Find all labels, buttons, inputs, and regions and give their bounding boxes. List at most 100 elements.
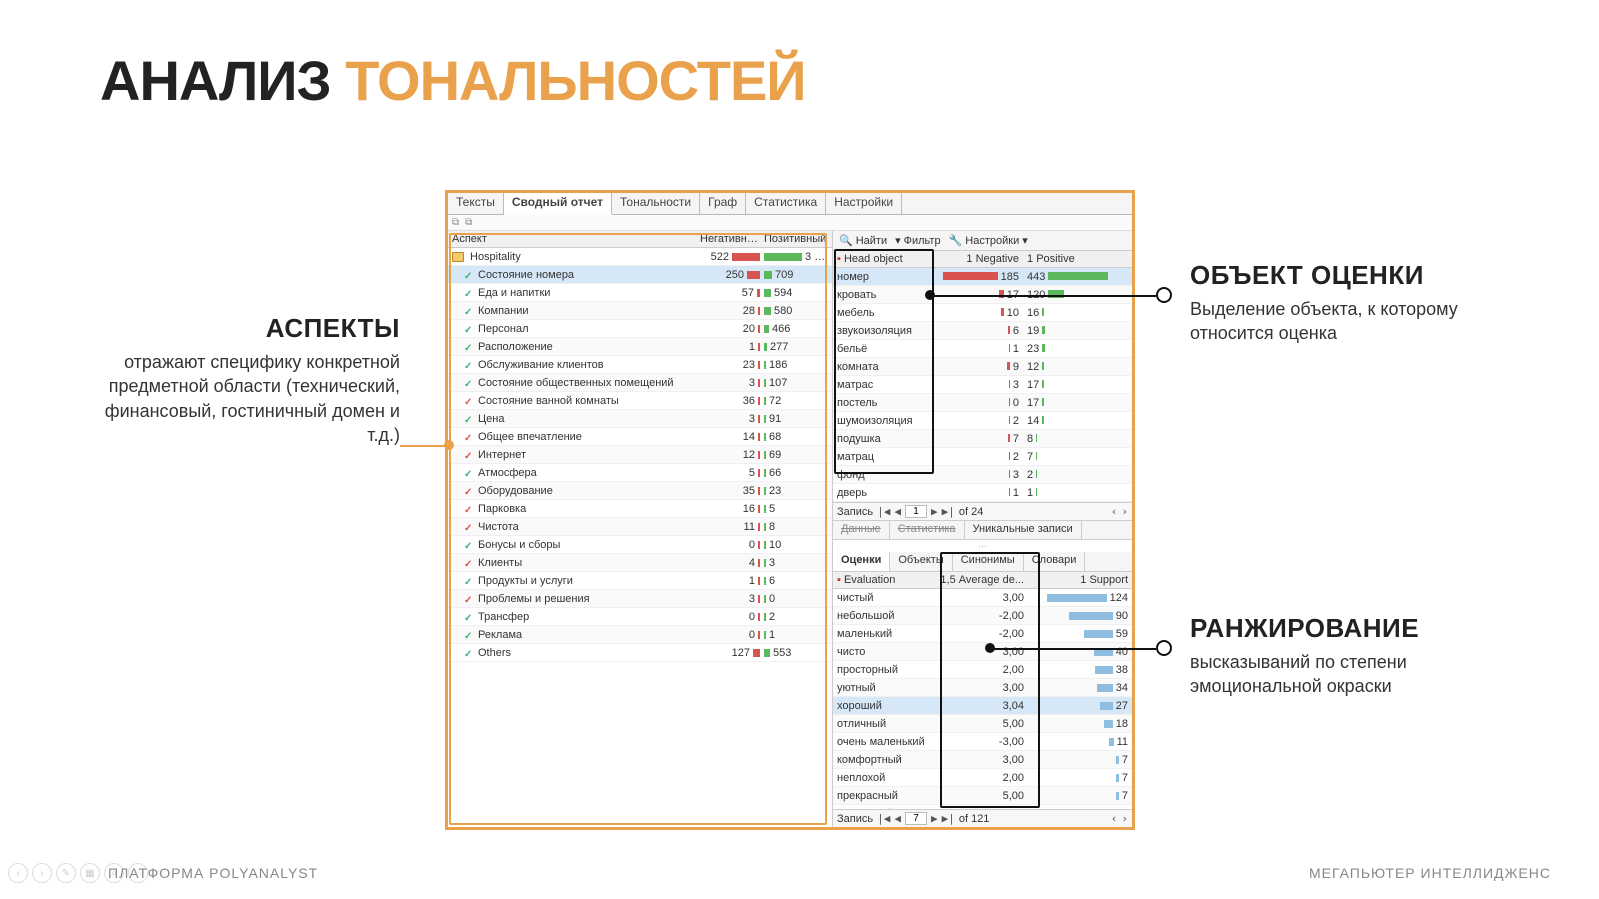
eval-row[interactable]: маленький-2,00 59	[833, 625, 1132, 643]
object-row[interactable]: кровать 17 120	[833, 286, 1132, 304]
col-head-object[interactable]: ▪ Head object	[833, 251, 925, 267]
col-positive[interactable]: Позитивный	[764, 231, 832, 247]
object-row[interactable]: фонд 3 2	[833, 466, 1132, 484]
tab-1[interactable]: Сводный отчет	[504, 193, 612, 215]
prev-page-icon[interactable]: ◀	[894, 505, 901, 518]
aspect-row[interactable]: Others127 553	[448, 644, 832, 662]
objects-grid: ▪ Head object 1 Negative 1 Positive номе…	[833, 251, 1132, 520]
col-negative[interactable]: Негативный	[696, 231, 764, 247]
lowtab-3[interactable]: Словари	[1024, 552, 1086, 571]
mini-toolbar: ⧉⧉	[448, 215, 1132, 231]
drag-handle[interactable]: ···	[833, 540, 1132, 552]
col-support[interactable]: 1 Support	[1028, 572, 1132, 588]
lowtab-0[interactable]: Оценки	[833, 552, 890, 571]
eval-row[interactable]: неплохой2,00 7	[833, 769, 1132, 787]
filter-button[interactable]: ▾Фильтр	[895, 234, 940, 247]
object-row[interactable]: комната 9 12	[833, 358, 1132, 376]
aspect-row[interactable]: Интернет12 69	[448, 446, 832, 464]
col-avg[interactable]: 1,5 Average de...	[933, 572, 1028, 588]
col-obj-negative[interactable]: 1 Negative	[925, 251, 1023, 267]
eval-row[interactable]: очень маленький-3,00 11	[833, 733, 1132, 751]
object-row[interactable]: дверь 1 1	[833, 484, 1132, 502]
eval-row[interactable]: прекрасный5,00 7	[833, 787, 1132, 805]
midtab-0[interactable]: Данные	[833, 521, 890, 539]
tab-0[interactable]: Тексты	[448, 193, 504, 214]
object-row[interactable]: подушка 7 8	[833, 430, 1132, 448]
eval-row[interactable]: комфортный3,00 7	[833, 751, 1132, 769]
eval-row[interactable]: чисто3,00 40	[833, 643, 1132, 661]
object-row[interactable]: матрас 3 17	[833, 376, 1132, 394]
scroll-right-icon[interactable]: ›	[1121, 505, 1128, 518]
main-tabs: ТекстыСводный отчетТональностиГрафСтатис…	[448, 193, 1132, 215]
aspect-row[interactable]: Общее впечатление14 68	[448, 428, 832, 446]
scroll-right-icon[interactable]: ›	[1121, 812, 1128, 825]
tab-5[interactable]: Настройки	[826, 193, 902, 214]
callout-aspects: АСПЕКТЫ отражают специфику конкретной пр…	[100, 313, 400, 447]
midtab-2[interactable]: Уникальные записи	[965, 521, 1082, 539]
first-page-icon[interactable]: |◀	[877, 505, 890, 518]
aspect-row[interactable]: Оборудование35 23	[448, 482, 832, 500]
object-row[interactable]: постель 0 17	[833, 394, 1132, 412]
aspect-row[interactable]: Персонал20 466	[448, 320, 832, 338]
aspect-row[interactable]: Чистота11 8	[448, 518, 832, 536]
next-page-icon[interactable]: ▶	[931, 812, 938, 825]
first-page-icon[interactable]: |◀	[877, 812, 890, 825]
aspect-row[interactable]: Реклама0 1	[448, 626, 832, 644]
pager-objects: Запись |◀ ◀ ▶ ▶| of 24 ‹›	[833, 502, 1132, 520]
aspect-row[interactable]: Состояние номера250 709	[448, 266, 832, 284]
scroll-left-icon[interactable]: ‹	[1111, 812, 1118, 825]
last-page-icon[interactable]: ▶|	[942, 505, 955, 518]
lowtab-1[interactable]: Объекты	[890, 552, 952, 571]
scroll-left-icon[interactable]: ‹	[1111, 505, 1118, 518]
aspect-row[interactable]: Hospitality522 3 343	[448, 248, 832, 266]
object-row[interactable]: номер 185 443	[833, 268, 1132, 286]
callout-object-text: Выделение объекта, к которому относится …	[1190, 297, 1490, 346]
tab-4[interactable]: Статистика	[746, 193, 826, 214]
page-input[interactable]	[905, 505, 927, 518]
eval-row[interactable]: отличный5,00 18	[833, 715, 1132, 733]
midtab-1[interactable]: Статистика	[890, 521, 965, 539]
aspect-row[interactable]: Расположение1 277	[448, 338, 832, 356]
eval-row[interactable]: чистый3,00 124	[833, 589, 1132, 607]
aspect-row[interactable]: Компании28 580	[448, 302, 832, 320]
col-obj-positive[interactable]: 1 Positive	[1023, 251, 1132, 267]
object-row[interactable]: мебель 10 16	[833, 304, 1132, 322]
eval-row[interactable]: хороший3,04 27	[833, 697, 1132, 715]
next-page-icon[interactable]: ▶	[931, 505, 938, 518]
aspect-row[interactable]: Еда и напитки57 594	[448, 284, 832, 302]
aspect-row[interactable]: Состояние общественных помещений3 107	[448, 374, 832, 392]
page-input[interactable]	[905, 812, 927, 825]
object-row[interactable]: матрац 2 7	[833, 448, 1132, 466]
object-row[interactable]: бельё 1 23	[833, 340, 1132, 358]
aspect-row[interactable]: Клиенты4 3	[448, 554, 832, 572]
eval-row[interactable]: просторный2,00 38	[833, 661, 1132, 679]
aspect-row[interactable]: Состояние ванной комнаты36 72	[448, 392, 832, 410]
aspect-row[interactable]: Продукты и услуги1 6	[448, 572, 832, 590]
aspect-row[interactable]: Цена3 91	[448, 410, 832, 428]
col-evaluation[interactable]: ▪ Evaluation	[833, 572, 933, 588]
object-row[interactable]: звукоизоляция 6 19	[833, 322, 1132, 340]
eval-row[interactable]: уютный3,00 34	[833, 679, 1132, 697]
aspect-row[interactable]: Бонусы и сборы0 10	[448, 536, 832, 554]
footer-left: ПЛАТФОРМА POLYANALYST	[108, 865, 318, 881]
last-page-icon[interactable]: ▶|	[942, 812, 955, 825]
aspect-row[interactable]: Трансфер0 2	[448, 608, 832, 626]
prev-page-icon[interactable]: ◀	[894, 812, 901, 825]
tab-3[interactable]: Граф	[700, 193, 746, 214]
lowtab-2[interactable]: Синонимы	[953, 552, 1024, 571]
col-aspect[interactable]: Аспект	[448, 231, 696, 247]
check-icon	[464, 342, 474, 352]
aspect-row[interactable]: Парковка16 5	[448, 500, 832, 518]
aspects-header: Аспект Негативный Позитивный	[448, 231, 832, 248]
settings-button[interactable]: 🔧Настройки ▾	[949, 234, 1028, 247]
check-icon	[464, 576, 474, 586]
aspect-row[interactable]: Проблемы и решения3 0	[448, 590, 832, 608]
aspect-row[interactable]: Обслуживание клиентов23 186	[448, 356, 832, 374]
find-button[interactable]: 🔍Найти	[839, 234, 887, 247]
aspect-row[interactable]: Атмосфера5 66	[448, 464, 832, 482]
eval-row[interactable]: небольшой-2,00 90	[833, 607, 1132, 625]
tab-2[interactable]: Тональности	[612, 193, 700, 214]
eval-header: ▪ Evaluation 1,5 Average de... 1 Support	[833, 572, 1132, 589]
object-row[interactable]: шумоизоляция 2 14	[833, 412, 1132, 430]
callout-ranking: РАНЖИРОВАНИЕ высказываний по степени эмо…	[1190, 613, 1490, 699]
